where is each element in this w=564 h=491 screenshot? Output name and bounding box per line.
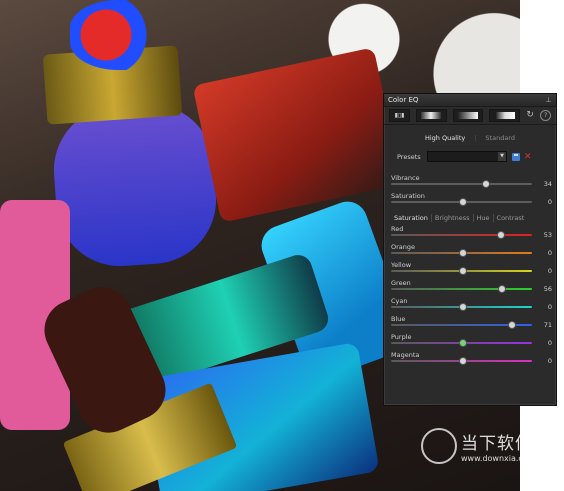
compare-button[interactable]: ▮▯▮ [389, 109, 411, 122]
watermark-text: 当下软件园 www.downxia.com [461, 429, 551, 463]
delete-icon[interactable]: ✕ [524, 152, 532, 161]
saturation-label: Saturation [391, 192, 425, 200]
pin-icon[interactable]: ⊥ [545, 96, 552, 104]
presets-label: Presets [397, 152, 421, 161]
paint-splash-red-top [70, 0, 190, 70]
gradient-icon [457, 112, 478, 119]
tab-separator: | [474, 134, 477, 142]
watermark-name: 当下软件园 [461, 434, 551, 454]
color-label: Green [391, 279, 411, 287]
gradient-preset-3-button[interactable] [489, 109, 520, 122]
color-row-cyan: Cyan 0 [384, 295, 556, 313]
color-value[interactable]: 0 [536, 339, 552, 347]
vibrance-row: Vibrance 34 [384, 172, 556, 190]
gradient-icon [494, 112, 515, 119]
color-slider-track[interactable] [391, 288, 532, 290]
gradient-preset-1-button[interactable] [416, 109, 447, 122]
paint-brush-red [192, 47, 403, 223]
color-label: Orange [391, 243, 416, 251]
color-value[interactable]: 71 [536, 321, 552, 329]
color-sliders: Red 53 Orange 0 Yellow 0 Green 56 Cyan 0 Blue… [384, 223, 556, 367]
color-row-orange: Orange 0 [384, 241, 556, 259]
paint-brush-bristles-blue [49, 99, 221, 271]
tab-saturation[interactable]: Saturation [391, 213, 432, 222]
color-label: Magenta [391, 351, 420, 359]
tab-contrast[interactable]: Contrast [494, 214, 528, 222]
color-slider-thumb[interactable] [458, 339, 467, 347]
saturation-row: Saturation 0 [384, 190, 556, 208]
tab-standard[interactable]: Standard [484, 134, 516, 142]
color-slider-thumb[interactable] [496, 231, 505, 239]
tab-high-quality[interactable]: High Quality [424, 134, 466, 142]
watermark: 当下软件园 www.downxia.com [421, 428, 551, 464]
panel-title: Color EQ [388, 96, 419, 104]
color-slider-thumb[interactable] [458, 267, 467, 275]
split-view-icon: ▮▯▮ [394, 112, 405, 119]
color-slider-thumb[interactable] [507, 321, 516, 329]
saturation-slider-thumb[interactable] [458, 198, 467, 206]
color-slider-thumb[interactable] [458, 249, 467, 257]
color-label: Blue [391, 315, 406, 323]
presets-dropdown[interactable]: ▼ [427, 151, 507, 162]
save-icon[interactable] [512, 152, 520, 161]
chevron-down-icon: ▼ [498, 152, 506, 161]
color-row-green: Green 56 [384, 277, 556, 295]
vibrance-slider-thumb[interactable] [482, 180, 491, 188]
reset-icon[interactable]: ↻ [526, 111, 535, 120]
color-label: Cyan [391, 297, 408, 305]
watermark-logo-icon [421, 428, 457, 464]
color-value[interactable]: 0 [536, 267, 552, 275]
tab-hue[interactable]: Hue [474, 213, 494, 222]
color-slider-thumb[interactable] [497, 285, 506, 293]
adjustment-tabs: Saturation Brightness Hue Contrast [391, 212, 552, 223]
gradient-icon [421, 112, 442, 119]
quality-tabs: High Quality | Standard [384, 134, 556, 142]
color-slider-thumb[interactable] [458, 357, 467, 365]
color-value[interactable]: 53 [536, 231, 552, 239]
color-value[interactable]: 0 [536, 303, 552, 311]
presets-row: Presets ▼ ✕ [397, 151, 556, 162]
vibrance-label: Vibrance [391, 174, 420, 182]
color-row-purple: Purple 0 [384, 331, 556, 349]
panel-toolbar: ▮▯▮ ↻ ? [384, 107, 556, 125]
color-value[interactable]: 56 [536, 285, 552, 293]
vibrance-value[interactable]: 34 [536, 180, 552, 188]
tab-brightness[interactable]: Brightness [432, 213, 474, 222]
color-row-red: Red 53 [384, 223, 556, 241]
color-label: Purple [391, 333, 412, 341]
color-eq-panel: Color EQ ⊥ ▮▯▮ ↻ ? High Quality | Standa… [383, 93, 557, 406]
color-row-magenta: Magenta 0 [384, 349, 556, 367]
gradient-preset-2-button[interactable] [452, 109, 484, 122]
color-slider-track[interactable] [391, 234, 532, 236]
saturation-value[interactable]: 0 [536, 198, 552, 206]
color-row-blue: Blue 71 [384, 313, 556, 331]
color-slider-thumb[interactable] [458, 303, 467, 311]
color-label: Red [391, 225, 404, 233]
color-value[interactable]: 0 [536, 357, 552, 365]
help-icon[interactable]: ? [540, 110, 551, 121]
color-row-yellow: Yellow 0 [384, 259, 556, 277]
vibrance-slider-track[interactable] [391, 183, 532, 185]
watermark-url: www.downxia.com [461, 454, 536, 463]
color-label: Yellow [391, 261, 412, 269]
panel-titlebar[interactable]: Color EQ ⊥ [384, 94, 556, 107]
color-value[interactable]: 0 [536, 249, 552, 257]
